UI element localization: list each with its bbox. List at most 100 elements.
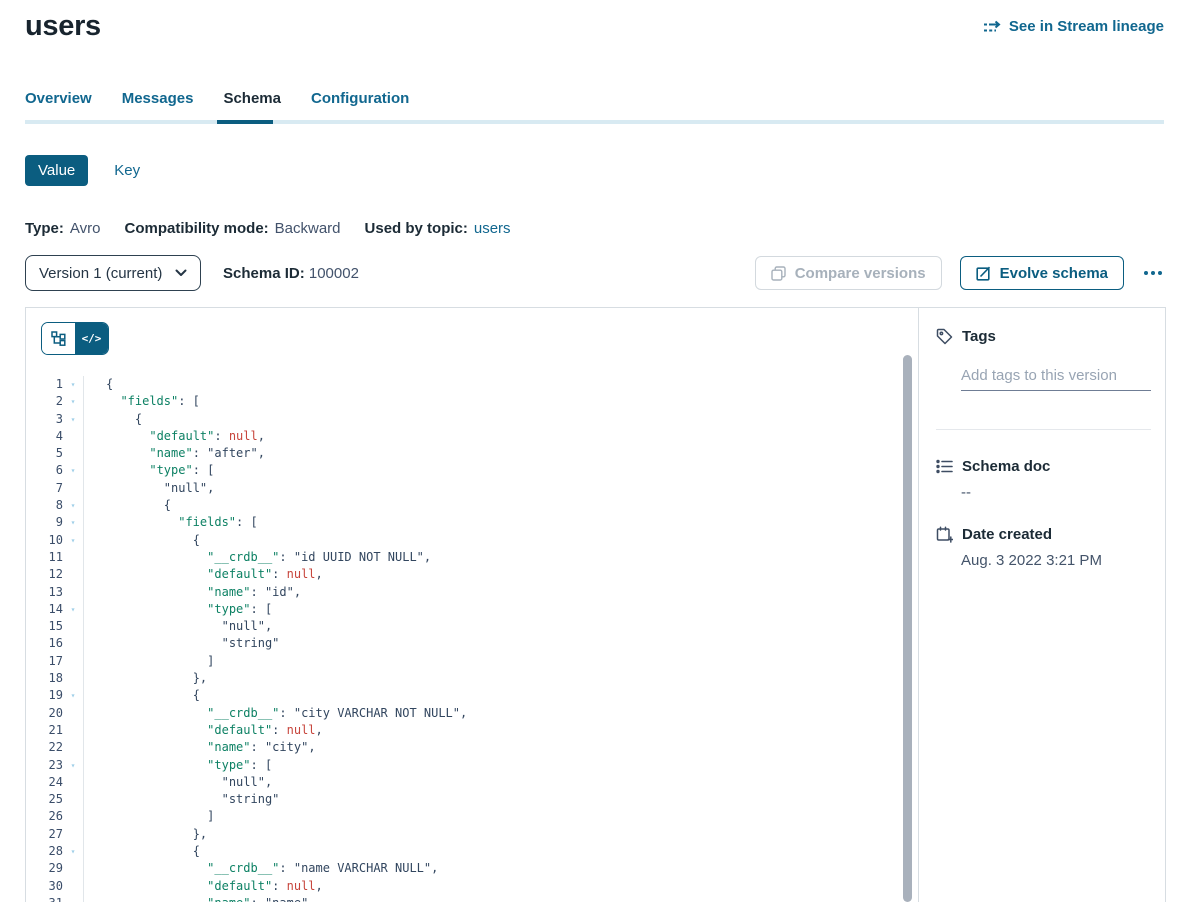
line-number: 9 — [26, 514, 63, 531]
compatibility-label: Compatibility mode: — [124, 220, 268, 237]
line-number: 26 — [26, 808, 63, 825]
code-line: 28▾{ — [26, 843, 918, 860]
value-toggle-button[interactable]: Value — [25, 155, 88, 186]
add-tags-input[interactable] — [961, 365, 1151, 391]
fold-spacer — [63, 739, 83, 756]
tab-overview[interactable]: Overview — [25, 90, 92, 107]
fold-toggle-icon[interactable]: ▾ — [63, 462, 83, 479]
line-number: 3 — [26, 411, 63, 428]
code-view-icon: </> — [82, 332, 102, 345]
fold-spacer — [63, 705, 83, 722]
code-line: 1▾{ — [26, 376, 918, 393]
tree-view-button[interactable] — [42, 323, 75, 354]
line-number: 4 — [26, 428, 63, 445]
code-text: { — [83, 532, 918, 549]
version-select[interactable]: Version 1 (current) — [25, 255, 201, 291]
code-text: "default": null, — [83, 428, 918, 445]
tab-configuration[interactable]: Configuration — [311, 90, 409, 107]
tags-section: Tags — [936, 328, 1165, 430]
code-text: "__crdb__": "id UUID NOT NULL", — [83, 549, 918, 566]
fold-spacer — [63, 445, 83, 462]
fold-spacer — [63, 584, 83, 601]
code-text: "null", — [83, 774, 918, 791]
code-line: 10▾{ — [26, 532, 918, 549]
fold-spacer — [63, 791, 83, 808]
code-line: 5"name": "after", — [26, 445, 918, 462]
code-line: 16 "string" — [26, 635, 918, 652]
code-line: 7"null", — [26, 480, 918, 497]
page-title: users — [25, 10, 101, 43]
code-text: "fields": [ — [83, 514, 918, 531]
line-number: 8 — [26, 497, 63, 514]
code-line: 17] — [26, 653, 918, 670]
code-line: 30"default": null, — [26, 878, 918, 895]
fold-spacer — [63, 860, 83, 877]
fold-toggle-icon[interactable]: ▾ — [63, 514, 83, 531]
fold-toggle-icon[interactable]: ▾ — [63, 843, 83, 860]
fold-toggle-icon[interactable]: ▾ — [63, 393, 83, 410]
code-text: { — [83, 687, 918, 704]
line-number: 25 — [26, 791, 63, 808]
calendar-plus-icon — [936, 526, 953, 543]
line-number: 2 — [26, 393, 63, 410]
fold-toggle-icon[interactable]: ▾ — [63, 376, 83, 393]
fold-spacer — [63, 618, 83, 635]
meta-compatibility: Compatibility mode: Backward — [124, 220, 340, 237]
schema-id: Schema ID: 100002 — [223, 265, 359, 282]
see-in-stream-lineage-link[interactable]: See in Stream lineage — [983, 18, 1164, 35]
code-text: "fields": [ — [83, 393, 918, 410]
fold-spacer — [63, 566, 83, 583]
fold-toggle-icon[interactable]: ▾ — [63, 687, 83, 704]
code-text: "__crdb__": "name VARCHAR NULL", — [83, 860, 918, 877]
used-by-topic-link[interactable]: users — [474, 220, 511, 237]
compare-versions-button[interactable]: Compare versions — [755, 256, 942, 290]
fold-toggle-icon[interactable]: ▾ — [63, 497, 83, 514]
line-number: 5 — [26, 445, 63, 462]
code-view-button[interactable]: </> — [75, 323, 108, 354]
code-line: 8▾{ — [26, 497, 918, 514]
code-text: "type": [ — [83, 462, 918, 479]
line-number: 16 — [26, 635, 63, 652]
compatibility-value: Backward — [275, 220, 341, 237]
compare-versions-label: Compare versions — [795, 265, 926, 282]
schema-meta-row: Type: Avro Compatibility mode: Backward … — [25, 220, 1164, 237]
line-number: 31 — [26, 895, 63, 902]
line-number: 20 — [26, 705, 63, 722]
code-text: "null", — [83, 618, 918, 635]
page-header: users See in Stream lineage — [25, 10, 1164, 43]
code-line: 11 "__crdb__": "id UUID NOT NULL", — [26, 549, 918, 566]
schema-doc-heading: Schema doc — [962, 458, 1050, 475]
schema-id-value: 100002 — [309, 265, 359, 282]
fold-toggle-icon[interactable]: ▾ — [63, 601, 83, 618]
tab-messages[interactable]: Messages — [122, 90, 194, 107]
key-toggle-button[interactable]: Key — [114, 162, 140, 179]
line-number: 24 — [26, 774, 63, 791]
fold-spacer — [63, 826, 83, 843]
code-line: 23▾"type": [ — [26, 757, 918, 774]
editor-scrollbar[interactable] — [903, 355, 912, 902]
fold-toggle-icon[interactable]: ▾ — [63, 532, 83, 549]
code-line: 2▾"fields": [ — [26, 393, 918, 410]
line-number: 11 — [26, 549, 63, 566]
meta-type: Type: Avro — [25, 220, 100, 237]
tree-view-icon — [51, 331, 66, 346]
bulleted-list-icon — [936, 459, 953, 474]
more-options-button[interactable] — [1142, 267, 1164, 279]
evolve-schema-button[interactable]: Evolve schema — [960, 256, 1124, 290]
schema-doc-value: -- — [961, 484, 1165, 501]
code-text: }, — [83, 826, 918, 843]
line-number: 14 — [26, 601, 63, 618]
fold-toggle-icon[interactable]: ▾ — [63, 757, 83, 774]
fold-toggle-icon[interactable]: ▾ — [63, 411, 83, 428]
code-text: "type": [ — [83, 757, 918, 774]
schema-content-container: </> 1▾{2▾"fields": [3▾{4"default": null,… — [25, 307, 1166, 902]
type-value: Avro — [70, 220, 101, 237]
code-text: { — [83, 843, 918, 860]
line-number: 6 — [26, 462, 63, 479]
fold-spacer — [63, 878, 83, 895]
date-created-value: Aug. 3 2022 3:21 PM — [961, 552, 1165, 569]
code-line: 24 "null", — [26, 774, 918, 791]
code-text: "string" — [83, 635, 918, 652]
tags-heading: Tags — [962, 328, 996, 345]
tab-schema[interactable]: Schema — [223, 90, 281, 107]
